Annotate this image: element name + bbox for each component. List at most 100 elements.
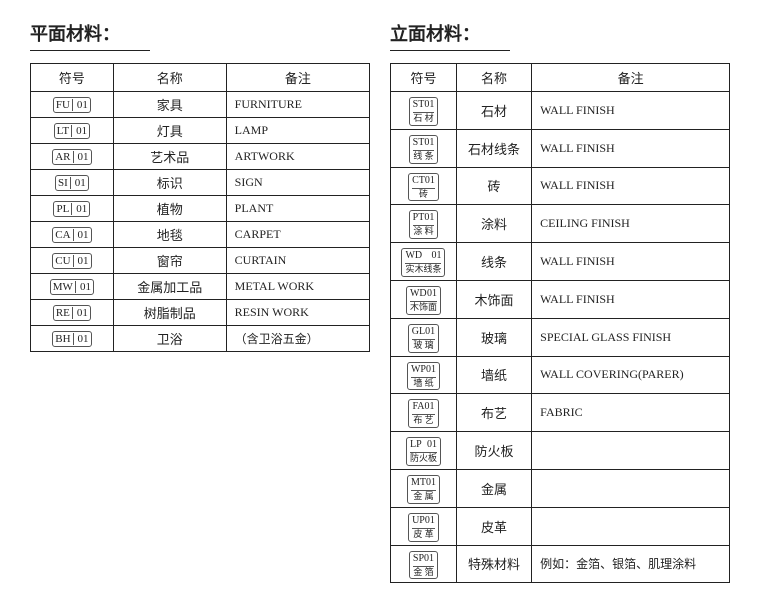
symbol-cell: RE01 (31, 300, 114, 326)
note-cell: LAMP (226, 118, 369, 144)
name-cell: 树脂制品 (113, 300, 226, 326)
symbol-cell: WP01 墙 纸 (391, 356, 457, 394)
note-cell: 例如：金箔、银箔、肌理涂料 (532, 545, 730, 583)
left-header-symbol: 符号 (31, 64, 114, 92)
note-cell: SIGN (226, 170, 369, 196)
left-header-name: 名称 (113, 64, 226, 92)
symbol-cell: SI01 (31, 170, 114, 196)
name-cell: 皮革 (456, 507, 531, 545)
note-cell: CEILING FINISH (532, 205, 730, 243)
table-row: SP01 金 箔 特殊材料例如：金箔、银箔、肌理涂料 (391, 545, 730, 583)
right-table: 符号 名称 备注 ST01 石 材 石材WALL FINISH ST01 线 条… (390, 63, 730, 583)
symbol-cell: FA01 布 艺 (391, 394, 457, 432)
table-row: CA01地毯CARPET (31, 222, 370, 248)
left-table: 符号 名称 备注 FU01家具FURNITURELT01灯具LAMPAR01艺术… (30, 63, 370, 352)
left-section: 平面材料： 符号 名称 备注 FU01家具FURNITURELT01灯具LAMP… (30, 20, 370, 583)
table-row: RE01树脂制品RESIN WORK (31, 300, 370, 326)
note-cell: METAL WORK (226, 274, 369, 300)
symbol-cell: ST01 线 条 (391, 129, 457, 167)
symbol-cell: PT01 涂 料 (391, 205, 457, 243)
table-row: PT01 涂 料 涂料CEILING FINISH (391, 205, 730, 243)
name-cell: 标识 (113, 170, 226, 196)
note-cell (532, 469, 730, 507)
table-row: LP01 防火板 防火板 (391, 432, 730, 470)
symbol-cell: UP01 皮 革 (391, 507, 457, 545)
right-header-note: 备注 (532, 64, 730, 92)
name-cell: 砖 (456, 167, 531, 205)
symbol-cell: CA01 (31, 222, 114, 248)
symbol-cell: FU01 (31, 92, 114, 118)
symbol-cell: ST01 石 材 (391, 92, 457, 130)
symbol-cell: CU01 (31, 248, 114, 274)
right-title: 立面材料： (390, 20, 510, 51)
name-cell: 墙纸 (456, 356, 531, 394)
symbol-cell: AR01 (31, 144, 114, 170)
note-cell (532, 507, 730, 545)
table-row: SI01标识SIGN (31, 170, 370, 196)
name-cell: 布艺 (456, 394, 531, 432)
table-row: MW01金属加工品METAL WORK (31, 274, 370, 300)
name-cell: 家具 (113, 92, 226, 118)
table-row: ST01 石 材 石材WALL FINISH (391, 92, 730, 130)
name-cell: 防火板 (456, 432, 531, 470)
name-cell: 植物 (113, 196, 226, 222)
table-row: CU01窗帘CURTAIN (31, 248, 370, 274)
name-cell: 地毯 (113, 222, 226, 248)
table-row: CT01 砖 砖WALL FINISH (391, 167, 730, 205)
name-cell: 特殊材料 (456, 545, 531, 583)
note-cell: CARPET (226, 222, 369, 248)
name-cell: 线条 (456, 243, 531, 281)
table-row: PL01植物PLANT (31, 196, 370, 222)
table-row: FU01家具FURNITURE (31, 92, 370, 118)
table-row: FA01 布 艺 布艺FABRIC (391, 394, 730, 432)
note-cell: WALL FINISH (532, 243, 730, 281)
name-cell: 石材 (456, 92, 531, 130)
table-row: BH01卫浴（含卫浴五金） (31, 326, 370, 352)
name-cell: 木饰面 (456, 280, 531, 318)
table-row: ST01 线 条 石材线条WALL FINISH (391, 129, 730, 167)
note-cell: WALL FINISH (532, 280, 730, 318)
name-cell: 石材线条 (456, 129, 531, 167)
note-cell: PLANT (226, 196, 369, 222)
note-cell: WALL FINISH (532, 92, 730, 130)
name-cell: 灯具 (113, 118, 226, 144)
symbol-cell: CT01 砖 (391, 167, 457, 205)
table-row: MT01 金 属 金属 (391, 469, 730, 507)
name-cell: 窗帘 (113, 248, 226, 274)
name-cell: 金属加工品 (113, 274, 226, 300)
symbol-cell: SP01 金 箔 (391, 545, 457, 583)
note-cell: （含卫浴五金） (226, 326, 369, 352)
note-cell: WALL FINISH (532, 129, 730, 167)
note-cell: CURTAIN (226, 248, 369, 274)
note-cell (532, 432, 730, 470)
table-row: LT01灯具LAMP (31, 118, 370, 144)
name-cell: 卫浴 (113, 326, 226, 352)
name-cell: 涂料 (456, 205, 531, 243)
symbol-cell: LT01 (31, 118, 114, 144)
symbol-cell: WD01 木饰面 (391, 280, 457, 318)
left-header-note: 备注 (226, 64, 369, 92)
left-title: 平面材料： (30, 20, 150, 51)
symbol-cell: PL01 (31, 196, 114, 222)
table-row: GL01 玻 璃 玻璃SPECIAL GLASS FINISH (391, 318, 730, 356)
note-cell: RESIN WORK (226, 300, 369, 326)
symbol-cell: BH01 (31, 326, 114, 352)
note-cell: ARTWORK (226, 144, 369, 170)
table-row: WD01 实木线条 线条WALL FINISH (391, 243, 730, 281)
symbol-cell: MW01 (31, 274, 114, 300)
note-cell: FURNITURE (226, 92, 369, 118)
note-cell: WALL FINISH (532, 167, 730, 205)
name-cell: 金属 (456, 469, 531, 507)
symbol-cell: GL01 玻 璃 (391, 318, 457, 356)
note-cell: FABRIC (532, 394, 730, 432)
name-cell: 玻璃 (456, 318, 531, 356)
table-row: AR01艺术品ARTWORK (31, 144, 370, 170)
note-cell: WALL COVERING(PARER) (532, 356, 730, 394)
name-cell: 艺术品 (113, 144, 226, 170)
right-header-name: 名称 (456, 64, 531, 92)
right-header-symbol: 符号 (391, 64, 457, 92)
note-cell: SPECIAL GLASS FINISH (532, 318, 730, 356)
right-section: 立面材料： 符号 名称 备注 ST01 石 材 石材WALL FINISH ST… (390, 20, 730, 583)
symbol-cell: LP01 防火板 (391, 432, 457, 470)
table-row: WP01 墙 纸 墙纸WALL COVERING(PARER) (391, 356, 730, 394)
